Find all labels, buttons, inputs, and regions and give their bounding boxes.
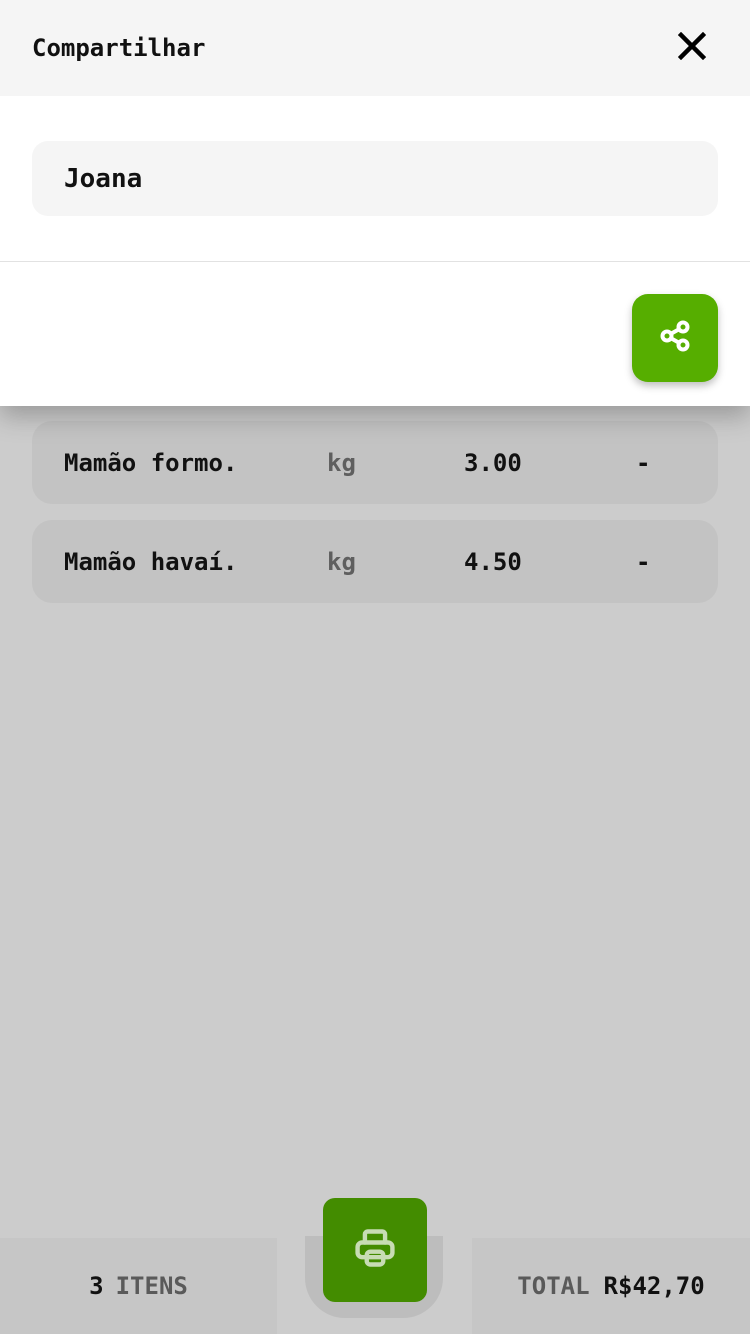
share-button[interactable] <box>632 294 718 382</box>
item-quantity: 4.50 <box>464 547 522 576</box>
item-list: Mamão formo. kg 3.00 - Mamão havaí. kg 4… <box>32 421 718 619</box>
total-label: TOTAL <box>517 1272 590 1300</box>
item-price: - <box>636 448 651 477</box>
item-name: Mamão formo. <box>64 448 238 477</box>
item-quantity: 3.00 <box>464 448 522 477</box>
close-button[interactable] <box>674 30 710 66</box>
share-icon <box>658 319 692 357</box>
sheet-title: Compartilhar <box>32 34 206 62</box>
total: TOTAL R$42,70 <box>472 1238 750 1334</box>
printer-icon <box>353 1226 397 1274</box>
screen: Mamão formo. kg 3.00 - Mamão havaí. kg 4… <box>0 0 750 1334</box>
name-input[interactable] <box>32 141 718 216</box>
share-sheet: Compartilhar <box>0 0 750 406</box>
item-count-value: 3 <box>89 1272 104 1300</box>
list-item[interactable]: Mamão formo. kg 3.00 - <box>32 421 718 504</box>
item-name: Mamão havaí. <box>64 547 238 576</box>
item-count: 3 ITENS <box>0 1238 277 1334</box>
total-value: R$42,70 <box>603 1272 705 1300</box>
divider <box>0 261 750 262</box>
item-unit: kg <box>327 448 356 477</box>
sheet-header: Compartilhar <box>0 0 750 96</box>
item-unit: kg <box>327 547 356 576</box>
close-icon <box>677 31 707 64</box>
item-price: - <box>636 547 651 576</box>
print-button[interactable] <box>323 1198 427 1302</box>
item-count-label: ITENS <box>115 1272 188 1300</box>
list-item[interactable]: Mamão havaí. kg 4.50 - <box>32 520 718 603</box>
